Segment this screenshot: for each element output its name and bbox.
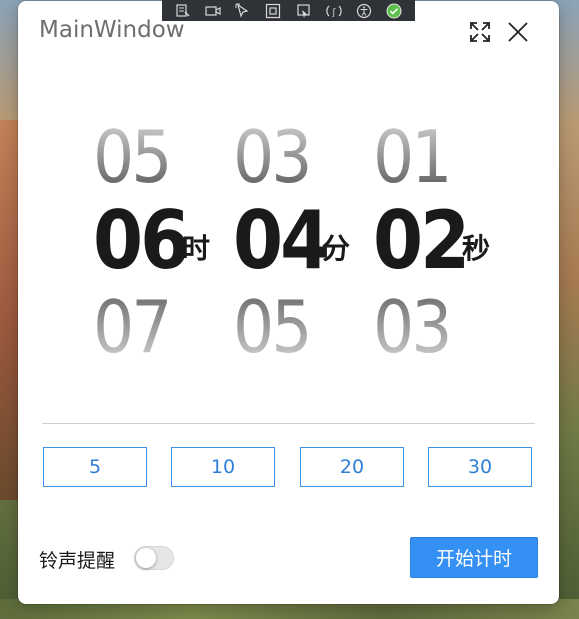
time-picker: 05 06 07 时 03 04 05 分 01 02 03 秒: [93, 113, 513, 373]
pointer-icon[interactable]: [234, 2, 252, 20]
close-icon: [508, 22, 528, 42]
hot-reload-icon[interactable]: ʃ: [325, 2, 343, 20]
hours-prev[interactable]: 05: [93, 121, 172, 193]
minutes-next[interactable]: 05: [233, 291, 312, 363]
minutes-prev[interactable]: 03: [233, 121, 312, 193]
preset-button-10[interactable]: 10: [171, 447, 275, 487]
seconds-next[interactable]: 03: [373, 291, 452, 363]
hours-current[interactable]: 06: [93, 201, 190, 281]
main-window: MainWindow 05 06 07 时 03 04 05 分 01 02 0…: [18, 1, 559, 604]
ring-reminder-toggle[interactable]: [134, 546, 174, 570]
minutes-unit: 分: [322, 232, 351, 265]
seconds-unit: 秒: [462, 232, 491, 265]
ring-reminder-label: 铃声提醒: [39, 550, 116, 572]
check-icon[interactable]: [385, 2, 403, 20]
accessibility-icon[interactable]: [355, 2, 373, 20]
preset-buttons: 5 10 20 30: [43, 447, 534, 489]
expand-icon: [470, 22, 490, 42]
preset-button-30[interactable]: 30: [428, 447, 532, 487]
hours-unit: 时: [182, 232, 211, 265]
select-element-icon[interactable]: [174, 2, 192, 20]
divider: [42, 423, 535, 424]
toggle-knob: [136, 548, 156, 568]
start-timer-button[interactable]: 开始计时: [410, 537, 538, 578]
frame-icon[interactable]: [264, 2, 282, 20]
preset-button-20[interactable]: 20: [300, 447, 404, 487]
seconds-prev[interactable]: 01: [373, 121, 452, 193]
background-rock: [0, 120, 20, 500]
dev-toolbar: ʃ: [162, 0, 415, 21]
minutes-current[interactable]: 04: [233, 201, 330, 281]
svg-text:ʃ: ʃ: [331, 8, 336, 18]
close-button[interactable]: [505, 19, 531, 45]
maximize-button[interactable]: [467, 19, 493, 45]
hours-next[interactable]: 07: [93, 291, 172, 363]
video-icon[interactable]: [204, 2, 222, 20]
preset-button-5[interactable]: 5: [43, 447, 147, 487]
tracking-icon[interactable]: [295, 2, 313, 20]
seconds-current[interactable]: 02: [373, 201, 470, 281]
